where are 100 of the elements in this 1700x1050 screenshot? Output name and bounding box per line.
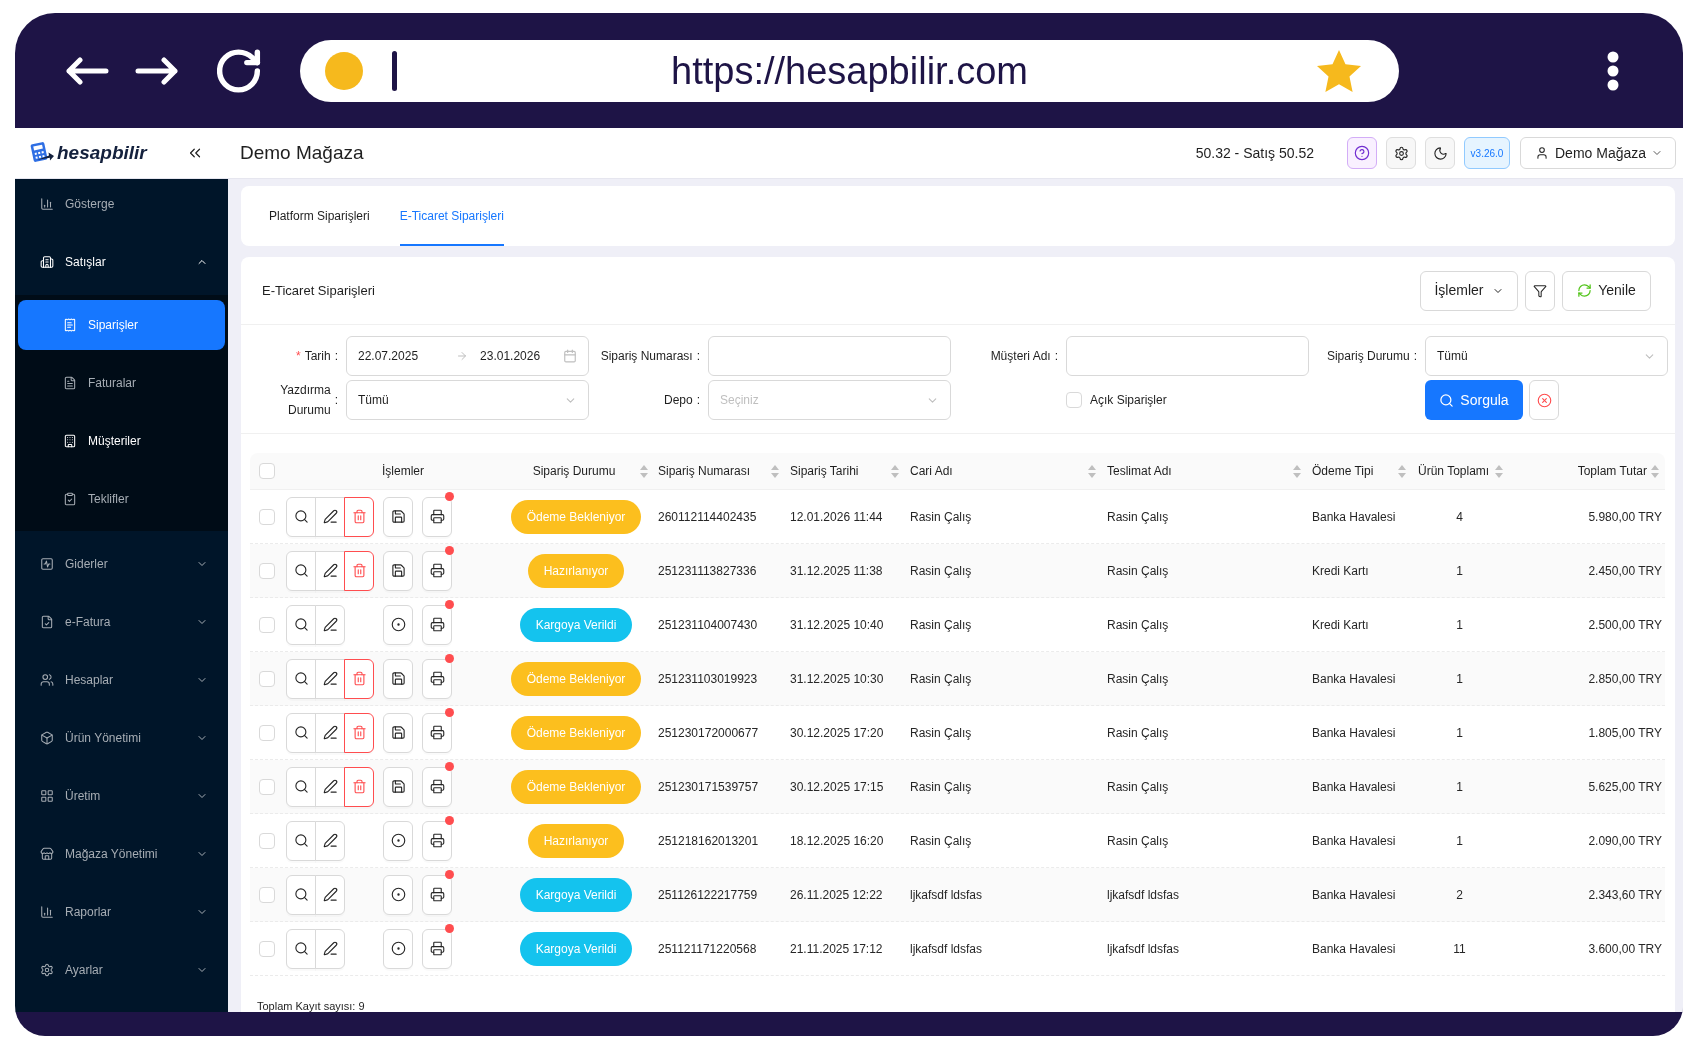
address-bar[interactable]: https://hesapbilir.com bbox=[300, 39, 1399, 102]
save-button[interactable] bbox=[383, 766, 413, 807]
input-field[interactable] bbox=[708, 336, 951, 376]
sidebar-subitem[interactable]: Müşteriler bbox=[18, 416, 225, 466]
edit-button[interactable] bbox=[315, 766, 345, 807]
item-count: 1 bbox=[1456, 616, 1463, 634]
star-icon[interactable] bbox=[1317, 49, 1361, 92]
sidebar-item[interactable]: Mağaza Yönetimi bbox=[19, 829, 224, 879]
view-button[interactable] bbox=[286, 928, 316, 969]
edit-button[interactable] bbox=[315, 874, 345, 915]
actions-dropdown[interactable]: İşlemler bbox=[1420, 270, 1518, 311]
sidebar-subitem[interactable]: Faturalar bbox=[18, 358, 225, 408]
delete-button[interactable] bbox=[344, 712, 374, 753]
user-menu-button[interactable]: Demo Mağaza bbox=[1520, 137, 1676, 169]
input-field[interactable] bbox=[1066, 336, 1309, 376]
print-button[interactable] bbox=[422, 874, 452, 915]
sidebar-item[interactable]: Üretim bbox=[19, 771, 224, 821]
settings-button[interactable] bbox=[1386, 137, 1416, 169]
help-button[interactable] bbox=[1347, 137, 1377, 169]
delete-button[interactable] bbox=[344, 496, 374, 537]
print-button[interactable] bbox=[422, 550, 452, 591]
tab[interactable]: Platform Siparişleri bbox=[269, 186, 370, 246]
delete-button[interactable] bbox=[344, 658, 374, 699]
view-button[interactable] bbox=[286, 496, 316, 537]
checkbox[interactable] bbox=[259, 463, 275, 479]
checkbox[interactable] bbox=[259, 670, 275, 687]
edit-button[interactable] bbox=[315, 658, 345, 699]
print-button[interactable] bbox=[422, 712, 452, 753]
kebab-menu-icon[interactable] bbox=[1607, 50, 1619, 91]
refresh-button[interactable]: Yenile bbox=[1562, 270, 1651, 311]
edit-button[interactable] bbox=[315, 550, 345, 591]
checkbox[interactable] bbox=[259, 940, 275, 957]
sidebar-subitem[interactable]: Siparişler bbox=[18, 300, 225, 350]
clear-button[interactable] bbox=[1529, 380, 1559, 420]
detail-button[interactable] bbox=[383, 820, 413, 861]
query-button[interactable]: Sorgula bbox=[1425, 380, 1523, 420]
sidebar-subitem[interactable]: Teklifler bbox=[18, 474, 225, 524]
filter-button[interactable] bbox=[1525, 270, 1555, 311]
detail-button[interactable] bbox=[383, 604, 413, 645]
select-field[interactable]: Tümü bbox=[1425, 336, 1668, 376]
sidebar-item[interactable]: Giderler bbox=[19, 539, 224, 589]
view-button[interactable] bbox=[286, 658, 316, 699]
checkbox[interactable] bbox=[259, 886, 275, 903]
sidebar-item[interactable]: Gösterge bbox=[19, 179, 224, 229]
view-button[interactable] bbox=[286, 550, 316, 591]
save-button[interactable] bbox=[383, 712, 413, 753]
recipient-name: Rasin Çalış bbox=[1107, 508, 1169, 526]
view-button[interactable] bbox=[286, 820, 316, 861]
detail-button[interactable] bbox=[383, 874, 413, 915]
bar-chart-icon bbox=[40, 905, 54, 919]
edit-button[interactable] bbox=[315, 604, 345, 645]
select-value: Tümü bbox=[358, 392, 389, 409]
field-label: Müşteri Adı bbox=[990, 348, 1051, 365]
sidebar-item[interactable]: Satışlar bbox=[19, 237, 224, 287]
theme-button[interactable] bbox=[1425, 137, 1455, 169]
sidebar-item[interactable]: Hesaplar bbox=[19, 655, 224, 705]
checkbox[interactable] bbox=[259, 616, 275, 633]
checkbox-label[interactable]: Açık Siparişler bbox=[1090, 391, 1167, 409]
sidebar-item[interactable]: Ayarlar bbox=[19, 945, 224, 995]
reload-icon[interactable] bbox=[217, 48, 261, 93]
checkbox[interactable] bbox=[259, 778, 275, 795]
search-icon bbox=[293, 563, 309, 578]
version-button[interactable]: v3.26.0 bbox=[1464, 137, 1510, 169]
sidebar-item[interactable]: Ürün Yönetimi bbox=[19, 713, 224, 763]
edit-button[interactable] bbox=[315, 496, 345, 537]
print-button[interactable] bbox=[422, 820, 452, 861]
edit-button[interactable] bbox=[315, 820, 345, 861]
view-button[interactable] bbox=[286, 712, 316, 753]
sidebar-item[interactable]: Raporlar bbox=[19, 887, 224, 937]
delete-button[interactable] bbox=[344, 766, 374, 807]
print-button[interactable] bbox=[422, 766, 452, 807]
checkbox[interactable] bbox=[1066, 392, 1082, 408]
date-range-field[interactable]: 22.07.2025 23.01.2026 bbox=[346, 336, 589, 376]
forward-arrow-icon[interactable] bbox=[135, 56, 179, 85]
sidebar-item[interactable]: e-Fatura bbox=[19, 597, 224, 647]
back-arrow-icon[interactable] bbox=[65, 56, 109, 85]
print-button[interactable] bbox=[422, 928, 452, 969]
print-button[interactable] bbox=[422, 658, 452, 699]
save-button[interactable] bbox=[383, 658, 413, 699]
delete-button[interactable] bbox=[344, 550, 374, 591]
payment-type: Banka Havalesi bbox=[1312, 778, 1396, 796]
print-button[interactable] bbox=[422, 604, 452, 645]
checkbox[interactable] bbox=[259, 562, 275, 579]
tab[interactable]: E-Ticaret Siparişleri bbox=[399, 186, 504, 246]
column-header: Ödeme Tipi bbox=[1312, 463, 1374, 480]
view-button[interactable] bbox=[286, 874, 316, 915]
save-icon bbox=[390, 563, 406, 578]
save-button[interactable] bbox=[383, 550, 413, 591]
save-button[interactable] bbox=[383, 496, 413, 537]
checkbox[interactable] bbox=[259, 724, 275, 741]
print-button[interactable] bbox=[422, 496, 452, 537]
view-button[interactable] bbox=[286, 604, 316, 645]
edit-button[interactable] bbox=[315, 928, 345, 969]
checkbox[interactable] bbox=[259, 508, 275, 525]
checkbox[interactable] bbox=[259, 832, 275, 849]
detail-button[interactable] bbox=[383, 928, 413, 969]
select-field[interactable]: Tümü bbox=[346, 380, 589, 420]
view-button[interactable] bbox=[286, 766, 316, 807]
edit-button[interactable] bbox=[315, 712, 345, 753]
circle-dot-icon bbox=[390, 941, 406, 956]
